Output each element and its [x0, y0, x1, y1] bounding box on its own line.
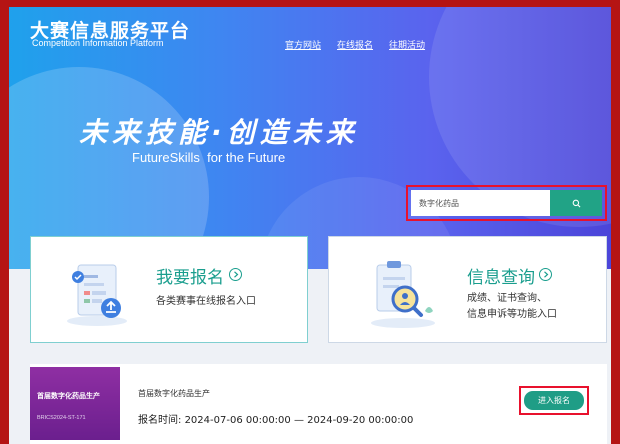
search-icon — [572, 199, 580, 207]
query-card-desc-line2: 信息申诉等功能入口 — [467, 309, 557, 320]
register-arrow-button[interactable] — [229, 268, 242, 281]
query-card[interactable]: 信息查询 成绩、证书查询、 信息申诉等功能入口 — [328, 236, 607, 343]
register-card-desc: 各类赛事在线报名入口 — [156, 296, 256, 307]
query-card-desc-line1: 成绩、证书查询、 — [467, 293, 547, 304]
query-arrow-button[interactable] — [539, 268, 552, 281]
search-input[interactable] — [411, 190, 550, 216]
slogan-chinese: 未来技能·创造未来 — [79, 116, 359, 149]
registration-time-range: 2024-07-06 00:00:00 — 2024-09-20 00:00:0… — [184, 415, 414, 426]
chevron-right-icon — [233, 271, 238, 278]
competition-list-item: 首届数字化药品生产 BRICS2024-ST-171 首届数字化药品生产 报名时… — [30, 364, 607, 444]
enter-registration-button[interactable]: 进入报名 — [524, 391, 584, 410]
search-box — [411, 190, 602, 216]
search-document-icon — [371, 261, 435, 328]
search-button[interactable] — [550, 190, 602, 216]
slogan-english: FutureSkills for the Future — [132, 150, 286, 165]
query-card-title: 信息查询 — [467, 268, 535, 288]
hero-banner: 大赛信息服务平台 Competition Information Platfor… — [9, 7, 611, 269]
nav-past-events[interactable]: 往期活动 — [389, 38, 425, 51]
enter-button-highlight-frame: 进入报名 — [519, 386, 589, 415]
page-frame: 大赛信息服务平台 Competition Information Platfor… — [9, 7, 611, 444]
registration-form-icon — [67, 264, 127, 326]
registration-time: 报名时间: 2024-07-06 00:00:00 — 2024-09-20 0… — [138, 411, 413, 426]
registration-time-label: 报名时间: — [138, 415, 185, 426]
register-card-title: 我要报名 — [156, 268, 224, 288]
top-nav: 官方网站 在线报名 往期活动 — [285, 38, 425, 51]
thumbnail-code: BRICS2024-ST-171 — [37, 415, 86, 421]
nav-official-site[interactable]: 官方网站 — [285, 38, 321, 51]
search-highlight-frame — [406, 185, 607, 221]
site-subtitle: Competition Information Platform — [32, 38, 164, 48]
nav-online-register[interactable]: 在线报名 — [337, 38, 373, 51]
competition-thumbnail[interactable]: 首届数字化药品生产 BRICS2024-ST-171 — [30, 367, 120, 440]
competition-name: 首届数字化药品生产 — [138, 389, 210, 398]
thumbnail-title: 首届数字化药品生产 — [37, 392, 100, 400]
register-card[interactable]: 我要报名 各类赛事在线报名入口 — [30, 236, 308, 343]
chevron-right-icon — [543, 271, 548, 278]
